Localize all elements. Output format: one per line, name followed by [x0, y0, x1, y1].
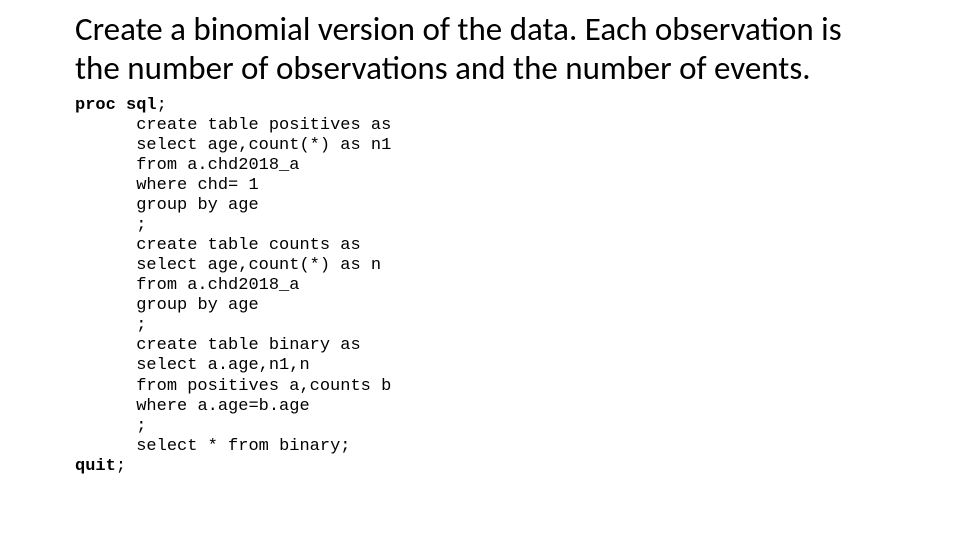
- expr: age,count(*): [208, 256, 330, 275]
- id-src: a.chd2018_a: [187, 156, 299, 175]
- id-src: a.chd2018_a: [187, 276, 299, 295]
- id-age: age: [228, 196, 259, 215]
- kw-create: create: [136, 116, 197, 135]
- kw-as: as: [340, 336, 360, 355]
- star: *: [208, 437, 218, 456]
- expr: chd=: [197, 176, 238, 195]
- kw-as: as: [340, 256, 360, 275]
- kw-select: select: [136, 136, 197, 155]
- kw-create: create: [136, 236, 197, 255]
- punct: ;: [157, 96, 167, 115]
- expr: a.age,n1,n: [208, 356, 310, 375]
- kw-proc: proc: [75, 96, 116, 115]
- code-block: proc sql; create table positives as sele…: [75, 96, 885, 477]
- punct: ;: [136, 417, 146, 436]
- id-binary: binary: [269, 336, 330, 355]
- kw-as: as: [340, 236, 360, 255]
- id-positives: positives: [269, 116, 361, 135]
- kw-by: by: [197, 296, 217, 315]
- kw-quit: quit: [75, 457, 116, 476]
- kw-from: from: [136, 276, 177, 295]
- kw-by: by: [197, 196, 217, 215]
- expr: a.age=b.age: [197, 397, 309, 416]
- id-age: age: [228, 296, 259, 315]
- punct: ;: [136, 216, 146, 235]
- kw-from: from: [228, 437, 269, 456]
- kw-group: group: [136, 196, 187, 215]
- expr: age,count(*): [208, 136, 330, 155]
- kw-select: select: [136, 356, 197, 375]
- kw-where: where: [136, 397, 187, 416]
- num: 1: [248, 176, 258, 195]
- kw-table: table: [208, 236, 259, 255]
- kw-select: select: [136, 256, 197, 275]
- kw-table: table: [208, 116, 259, 135]
- id-n1: n1: [371, 136, 391, 155]
- id-binary: binary;: [279, 437, 350, 456]
- kw-create: create: [136, 336, 197, 355]
- kw-sql: sql: [126, 96, 157, 115]
- expr: positives a,counts b: [187, 377, 391, 396]
- kw-from: from: [136, 377, 177, 396]
- punct: ;: [136, 316, 146, 335]
- id-counts: counts: [269, 236, 330, 255]
- kw-as: as: [371, 116, 391, 135]
- id-n: n: [371, 256, 381, 275]
- kw-select: select: [136, 437, 197, 456]
- kw-as: as: [340, 136, 360, 155]
- kw-where: where: [136, 176, 187, 195]
- kw-from: from: [136, 156, 177, 175]
- kw-table: table: [208, 336, 259, 355]
- kw-group: group: [136, 296, 187, 315]
- slide-title: Create a binomial version of the data. E…: [75, 10, 885, 88]
- punct: ;: [116, 457, 126, 476]
